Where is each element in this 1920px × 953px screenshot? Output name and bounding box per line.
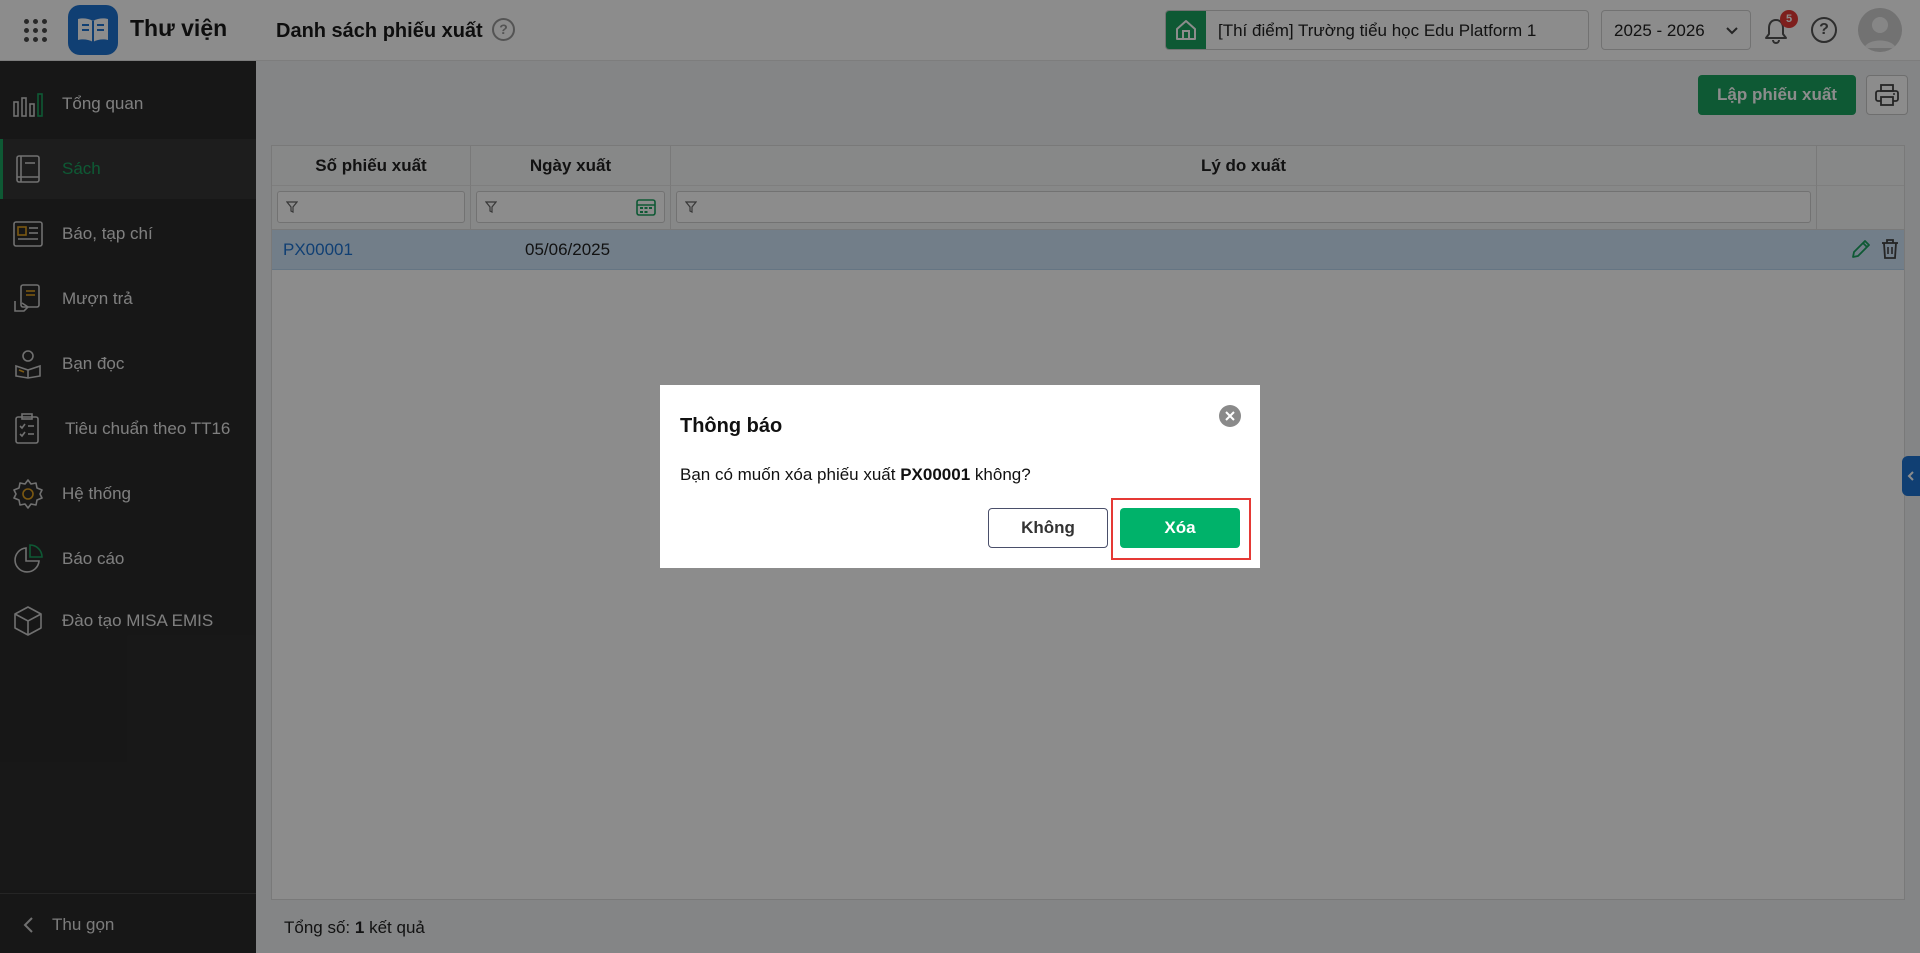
message-prefix: Bạn có muốn xóa phiếu xuất <box>680 465 896 484</box>
cancel-button[interactable]: Không <box>988 508 1108 548</box>
message-code: PX00001 <box>900 465 971 484</box>
confirm-delete-dialog: Thông báo Bạn có muốn xóa phiếu xuất PX0… <box>660 385 1260 568</box>
dialog-message: Bạn có muốn xóa phiếu xuất PX00001 không… <box>680 465 1031 485</box>
confirm-delete-button[interactable]: Xóa <box>1120 508 1240 548</box>
dialog-title: Thông báo <box>680 415 783 437</box>
close-icon[interactable] <box>1219 405 1241 427</box>
message-suffix: không? <box>974 465 1031 484</box>
